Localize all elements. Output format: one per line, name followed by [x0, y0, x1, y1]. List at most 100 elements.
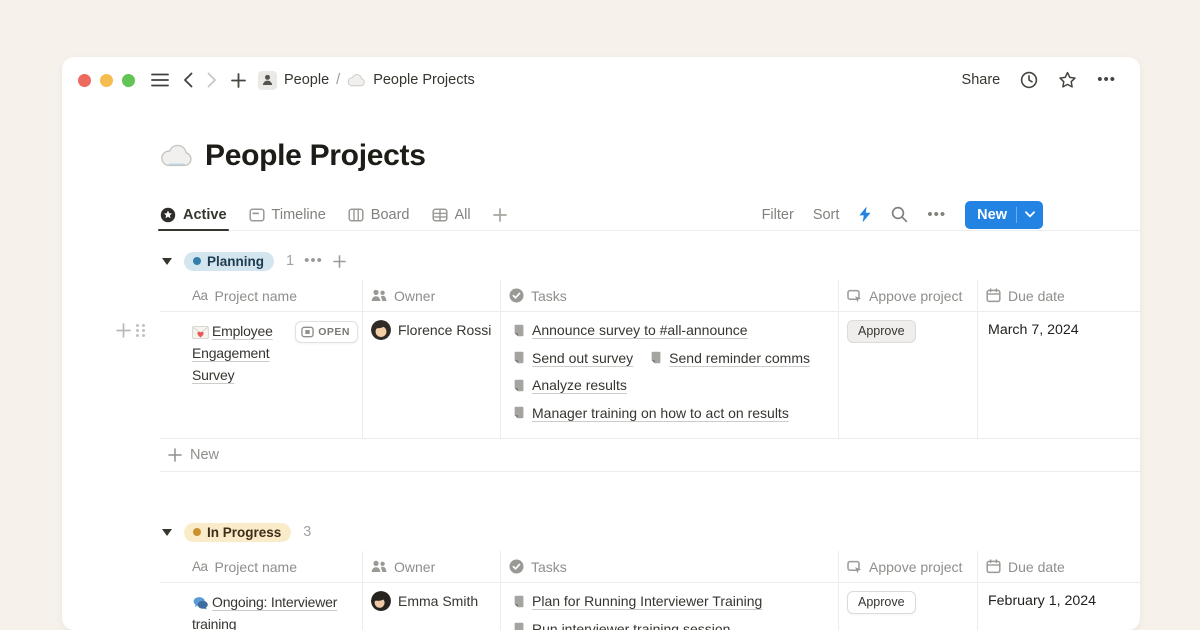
column-header-tasks[interactable]: Tasks — [501, 280, 839, 311]
new-button-label[interactable]: New — [965, 207, 1016, 223]
table-header-row: Aa Project name Owner Tasks — [160, 280, 1140, 312]
owner-cell[interactable]: Florence Rossi — [363, 312, 501, 438]
nav-forward-icon[interactable] — [207, 72, 217, 88]
more-options-icon[interactable]: ••• — [1097, 75, 1116, 85]
close-window-button[interactable] — [78, 74, 91, 87]
add-row-icon[interactable] — [116, 323, 131, 338]
sidebar-toggle-icon[interactable] — [151, 73, 169, 87]
view-options-icon[interactable]: ••• — [927, 210, 946, 220]
task-link[interactable]: Send reminder comms — [648, 350, 810, 366]
share-button[interactable]: Share — [962, 72, 1001, 88]
status-dot — [193, 528, 201, 536]
tab-timeline-label: Timeline — [272, 207, 326, 223]
column-header-approve-project[interactable]: Appove project — [839, 551, 978, 582]
people-property-icon — [371, 560, 387, 573]
nav-back-icon[interactable] — [183, 72, 193, 88]
zoom-window-button[interactable] — [122, 74, 135, 87]
project-page-link[interactable]: Ongoing: Interviewer training — [192, 594, 337, 630]
page-icon — [511, 323, 526, 338]
open-badge-label: OPEN — [318, 321, 350, 343]
in-progress-table: Aa Project name Owner Tasks — [160, 551, 1140, 630]
table-view-icon — [432, 207, 448, 223]
tab-timeline[interactable]: Timeline — [249, 199, 326, 230]
new-button[interactable]: New — [965, 201, 1043, 229]
column-header-due-date[interactable]: Due date — [978, 551, 1140, 582]
approve-button[interactable]: Approve — [847, 320, 916, 343]
owner-name: Florence Rossi — [398, 320, 491, 340]
owner-cell[interactable]: Emma Smith — [363, 583, 501, 630]
button-property-icon — [847, 560, 862, 574]
tasks-cell: Announce survey to #all-announce Send ou… — [501, 312, 839, 438]
sort-button[interactable]: Sort — [813, 207, 840, 223]
tab-active[interactable]: Active — [160, 199, 227, 230]
check-circle-icon — [509, 559, 524, 574]
tab-all[interactable]: All — [432, 199, 471, 230]
calendar-icon — [986, 288, 1001, 303]
breadcrumb-parent[interactable]: People — [284, 72, 329, 88]
group-count: 1 — [286, 253, 294, 269]
status-tag-in-progress[interactable]: In Progress — [184, 523, 291, 542]
collapse-triangle-icon[interactable] — [162, 529, 172, 536]
column-header-project-name[interactable]: Aa Project name — [160, 551, 363, 582]
status-dot — [193, 257, 201, 265]
column-header-approve-project[interactable]: Appove project — [839, 280, 978, 311]
page-icon — [511, 405, 526, 420]
project-name-cell: Ongoing: Interviewer training — [160, 583, 363, 630]
status-tag-label: Planning — [207, 254, 264, 269]
automations-bolt-icon[interactable] — [858, 206, 872, 223]
add-view-button[interactable] — [493, 199, 507, 230]
open-page-button[interactable]: OPEN — [295, 321, 358, 343]
calendar-icon — [986, 559, 1001, 574]
traffic-lights — [78, 74, 135, 87]
column-header-tasks[interactable]: Tasks — [501, 551, 839, 582]
page-cloud-icon[interactable] — [160, 144, 194, 168]
app-window: People / People Projects Share ••• Peopl… — [62, 57, 1140, 630]
status-tag-planning[interactable]: Planning — [184, 252, 274, 271]
breadcrumb-page-icon — [347, 74, 366, 87]
updates-clock-icon[interactable] — [1020, 71, 1038, 89]
task-link[interactable]: Run interviewer training session — [511, 621, 730, 630]
favorite-star-icon[interactable] — [1058, 71, 1077, 89]
task-link[interactable]: Manager training on how to act on result… — [511, 405, 789, 421]
group-add-row-icon[interactable] — [333, 255, 346, 268]
task-link[interactable]: Analyze results — [511, 377, 627, 393]
active-view-icon — [160, 207, 176, 223]
window-topbar: People / People Projects Share ••• — [62, 57, 1140, 103]
page-title[interactable]: People Projects — [205, 139, 426, 173]
group-options-icon[interactable]: ••• — [304, 256, 323, 266]
planning-table: Aa Project name Owner Tasks — [160, 280, 1140, 472]
new-button-chevron-down-icon[interactable] — [1017, 211, 1043, 218]
drag-handle-icon[interactable] — [136, 324, 145, 337]
task-link[interactable]: Plan for Running Interviewer Training — [511, 593, 762, 609]
breadcrumb: People / People Projects — [258, 71, 475, 90]
tab-board[interactable]: Board — [348, 199, 410, 230]
due-date-cell[interactable]: February 1, 2024 — [978, 583, 1140, 630]
table-row-employee-engagement-survey: OPEN Employee Engagement Survey Florence… — [160, 312, 1140, 439]
task-link[interactable]: Send out survey — [511, 350, 633, 366]
row-hover-controls — [116, 323, 145, 338]
table-header-row: Aa Project name Owner Tasks — [160, 551, 1140, 583]
new-page-icon[interactable] — [231, 73, 246, 88]
project-name-cell: OPEN Employee Engagement Survey — [160, 312, 363, 438]
approve-button[interactable]: Approve — [847, 591, 916, 614]
status-tag-label: In Progress — [207, 525, 281, 540]
column-header-owner[interactable]: Owner — [363, 551, 501, 582]
task-link[interactable]: Announce survey to #all-announce — [511, 322, 748, 338]
search-icon[interactable] — [891, 206, 908, 223]
breadcrumb-current[interactable]: People Projects — [373, 72, 475, 88]
due-date-cell[interactable]: March 7, 2024 — [978, 312, 1140, 438]
new-row-button[interactable]: New — [160, 439, 1140, 472]
column-header-owner[interactable]: Owner — [363, 280, 501, 311]
tab-all-label: All — [455, 207, 471, 223]
breadcrumb-separator: / — [336, 72, 340, 88]
page-icon — [648, 350, 663, 365]
filter-button[interactable]: Filter — [762, 207, 794, 223]
text-property-icon: Aa — [192, 288, 208, 303]
collapse-triangle-icon[interactable] — [162, 258, 172, 265]
column-header-project-name[interactable]: Aa Project name — [160, 280, 363, 311]
column-header-due-date[interactable]: Due date — [978, 280, 1140, 311]
owner-name: Emma Smith — [398, 591, 478, 611]
table-row-ongoing-interviewer-training: Ongoing: Interviewer training Emma Smith… — [160, 583, 1140, 630]
group-header-planning: Planning 1 ••• — [160, 249, 1140, 273]
minimize-window-button[interactable] — [100, 74, 113, 87]
